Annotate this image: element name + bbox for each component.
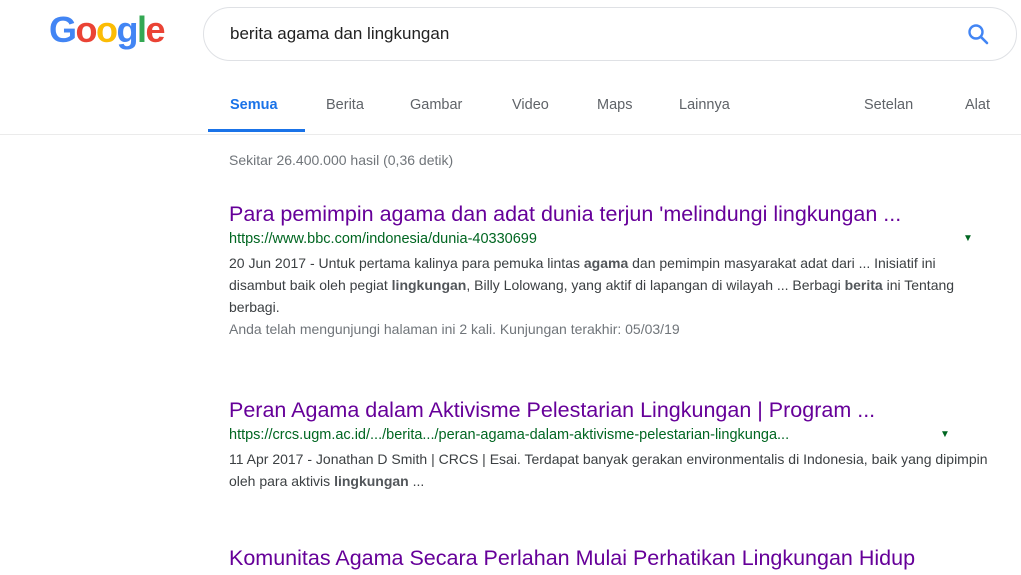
snippet-highlight: berita xyxy=(844,277,883,293)
result-url-row: https://crcs.ugm.ac.id/.../berita.../per… xyxy=(229,425,989,445)
chevron-down-icon[interactable]: ▼ xyxy=(940,425,950,445)
result-stats: Sekitar 26.400.000 hasil (0,36 detik) xyxy=(229,152,454,168)
tab-semua[interactable]: Semua xyxy=(230,97,278,113)
search-input[interactable] xyxy=(230,8,930,60)
result-title-link[interactable]: Peran Agama dalam Aktivisme Pelestarian … xyxy=(229,397,989,423)
tab-maps[interactable]: Maps xyxy=(597,97,632,113)
snippet-highlight: agama xyxy=(583,255,629,271)
snippet-highlight: lingkungan xyxy=(334,473,409,489)
tab-setelan[interactable]: Setelan xyxy=(864,97,913,113)
snippet-highlight: lingkungan xyxy=(391,277,467,293)
visit-history-note: Anda telah mengunjungi halaman ini 2 kal… xyxy=(229,321,680,337)
tab-berita[interactable]: Berita xyxy=(326,97,364,113)
search-result: Komunitas Agama Secara Perlahan Mulai Pe… xyxy=(229,545,989,571)
snippet-text: , Billy Lolowang, yang aktif di lapangan… xyxy=(466,277,845,293)
result-snippet: 20 Jun 2017 - Untuk pertama kalinya para… xyxy=(229,252,989,318)
result-snippet: 11 Apr 2017 - Jonathan D Smith | CRCS | … xyxy=(229,448,989,492)
result-url[interactable]: https://crcs.ugm.ac.id/.../berita.../per… xyxy=(229,427,789,443)
snippet-text: ... xyxy=(408,473,425,489)
google-logo[interactable]: Google xyxy=(49,10,166,50)
search-result: Para pemimpin agama dan adat dunia terju… xyxy=(229,201,989,340)
snippet-text: 20 Jun 2017 - Untuk pertama kalinya para… xyxy=(229,255,584,271)
search-box xyxy=(203,7,1017,61)
tab-alat[interactable]: Alat xyxy=(965,97,990,113)
search-tabs: Semua Berita Gambar Video Maps Lainnya S… xyxy=(0,85,1021,135)
chevron-down-icon[interactable]: ▼ xyxy=(963,229,973,249)
search-result: Peran Agama dalam Aktivisme Pelestarian … xyxy=(229,397,989,492)
search-icon[interactable] xyxy=(966,22,990,46)
active-tab-indicator xyxy=(208,129,305,132)
tab-gambar[interactable]: Gambar xyxy=(410,97,462,113)
tab-video[interactable]: Video xyxy=(512,97,549,113)
tab-lainnya[interactable]: Lainnya xyxy=(679,97,730,113)
result-title-link[interactable]: Komunitas Agama Secara Perlahan Mulai Pe… xyxy=(229,545,989,571)
result-url-row: https://www.bbc.com/indonesia/dunia-4033… xyxy=(229,229,989,249)
result-title-link[interactable]: Para pemimpin agama dan adat dunia terju… xyxy=(229,201,989,227)
result-url[interactable]: https://www.bbc.com/indonesia/dunia-4033… xyxy=(229,231,537,247)
